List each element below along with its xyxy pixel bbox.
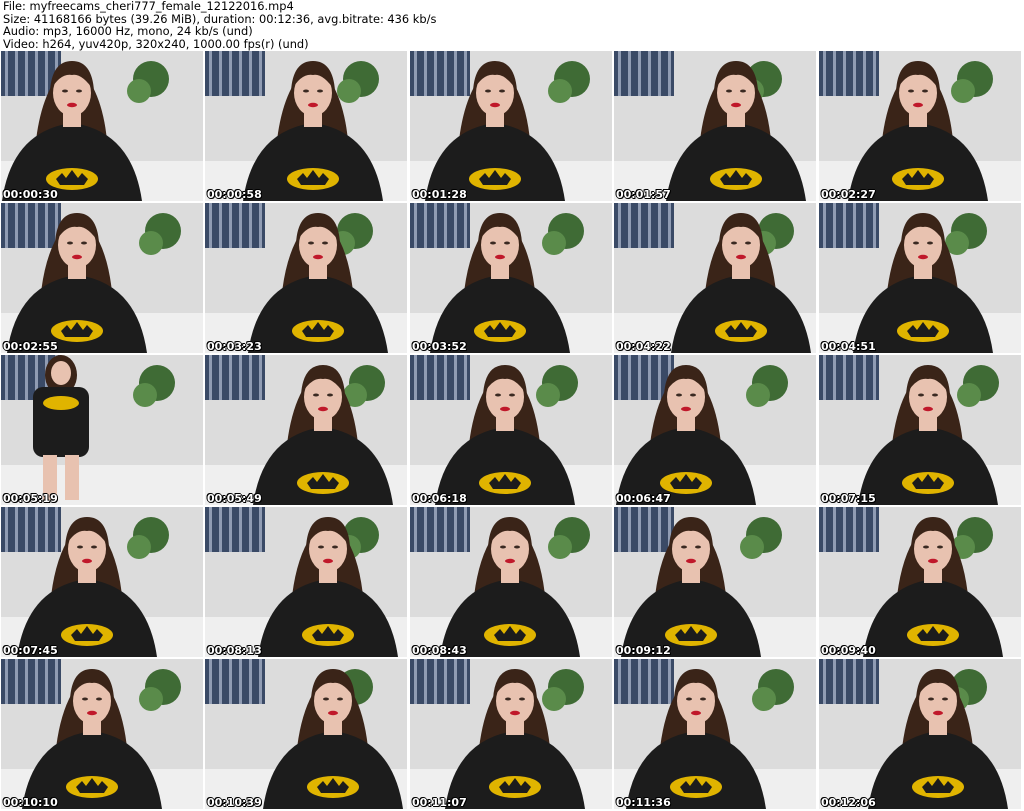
thumbnail-timestamp: 00:04:51 — [821, 340, 876, 353]
thumbnail-timestamp: 00:07:45 — [3, 644, 58, 657]
webcam-frame-image — [819, 51, 1021, 201]
webcam-frame-image — [1, 203, 203, 353]
webcam-frame-image — [410, 355, 612, 505]
video-thumbnail: 00:06:18 — [410, 355, 612, 505]
webcam-frame-image — [205, 51, 407, 201]
video-thumbnail: 00:00:30 — [1, 51, 203, 201]
audio-info-line: Audio: mp3, 16000 Hz, mono, 24 kb/s (und… — [3, 24, 253, 38]
video-thumbnail: 00:09:12 — [614, 507, 816, 657]
thumbnail-timestamp: 00:11:07 — [412, 796, 467, 809]
webcam-frame-image — [205, 507, 407, 657]
video-thumbnail: 00:01:28 — [410, 51, 612, 201]
webcam-frame-image — [1, 507, 203, 657]
thumbnail-grid: 00:00:30 00:00:58 00:01:28 00:01:57 00:02:27… — [1, 51, 1024, 811]
file-name-line: File: myfreecams_cheri777_female_1212201… — [3, 0, 294, 13]
webcam-frame-image — [205, 355, 407, 505]
video-thumbnail: 00:08:43 — [410, 507, 612, 657]
video-thumbnail: 00:00:58 — [205, 51, 407, 201]
thumbnail-timestamp: 00:07:15 — [821, 492, 876, 505]
thumbnail-timestamp: 00:10:39 — [207, 796, 262, 809]
video-thumbnail: 00:02:27 — [819, 51, 1021, 201]
webcam-frame-image — [1, 355, 203, 505]
thumbnail-timestamp: 00:08:13 — [207, 644, 262, 657]
video-thumbnail: 00:10:10 — [1, 659, 203, 809]
webcam-frame-image — [205, 659, 407, 809]
video-thumbnail: 00:07:15 — [819, 355, 1021, 505]
video-thumbnail: 00:05:49 — [205, 355, 407, 505]
thumbnail-timestamp: 00:05:19 — [3, 492, 58, 505]
thumbnail-timestamp: 00:01:28 — [412, 188, 467, 201]
thumbnail-timestamp: 00:00:58 — [207, 188, 262, 201]
webcam-frame-image — [614, 507, 816, 657]
video-thumbnail: 00:11:36 — [614, 659, 816, 809]
webcam-frame-image — [614, 659, 816, 809]
video-thumbnail: 00:03:52 — [410, 203, 612, 353]
video-thumbnail: 00:04:22 — [614, 203, 816, 353]
thumbnail-timestamp: 00:09:12 — [616, 644, 671, 657]
thumbnail-timestamp: 00:08:43 — [412, 644, 467, 657]
thumbnail-timestamp: 00:01:57 — [616, 188, 671, 201]
video-thumbnail: 00:11:07 — [410, 659, 612, 809]
thumbnail-timestamp: 00:11:36 — [616, 796, 671, 809]
webcam-frame-image — [614, 355, 816, 505]
thumbnail-timestamp: 00:02:55 — [3, 340, 58, 353]
webcam-frame-image — [614, 51, 816, 201]
video-thumbnail: 00:01:57 — [614, 51, 816, 201]
thumbnail-timestamp: 00:04:22 — [616, 340, 671, 353]
thumbnail-timestamp: 00:02:27 — [821, 188, 876, 201]
video-info-line: Video: h264, yuv420p, 320x240, 1000.00 f… — [3, 36, 309, 51]
video-thumbnail: 00:03:23 — [205, 203, 407, 353]
webcam-frame-image — [819, 355, 1021, 505]
webcam-frame-image — [819, 507, 1021, 657]
webcam-frame-image — [819, 659, 1021, 809]
webcam-frame-image — [819, 203, 1021, 353]
video-info-header: File: myfreecams_cheri777_female_1212201… — [3, 0, 1021, 50]
video-thumbnail: 00:05:19 — [1, 355, 203, 505]
video-thumbnail: 00:06:47 — [614, 355, 816, 505]
thumbnail-timestamp: 00:12:06 — [821, 796, 876, 809]
video-thumbnail: 00:10:39 — [205, 659, 407, 809]
webcam-frame-image — [410, 51, 612, 201]
webcam-frame-image — [205, 203, 407, 353]
thumbnail-timestamp: 00:06:47 — [616, 492, 671, 505]
webcam-frame-image — [410, 659, 612, 809]
thumbnail-timestamp: 00:05:49 — [207, 492, 262, 505]
video-thumbnail: 00:09:40 — [819, 507, 1021, 657]
video-thumbnail: 00:07:45 — [1, 507, 203, 657]
thumbnail-timestamp: 00:06:18 — [412, 492, 467, 505]
webcam-frame-image — [1, 51, 203, 201]
thumbnail-timestamp: 00:00:30 — [3, 188, 58, 201]
webcam-frame-image — [410, 507, 612, 657]
webcam-frame-image — [1, 659, 203, 809]
video-thumbnail: 00:02:55 — [1, 203, 203, 353]
thumbnail-timestamp: 00:03:52 — [412, 340, 467, 353]
video-thumbnail: 00:12:06 — [819, 659, 1021, 809]
video-thumbnail: 00:08:13 — [205, 507, 407, 657]
video-thumbnail: 00:04:51 — [819, 203, 1021, 353]
thumbnail-timestamp: 00:10:10 — [3, 796, 58, 809]
webcam-frame-image — [410, 203, 612, 353]
thumbnail-timestamp: 00:09:40 — [821, 644, 876, 657]
webcam-frame-image — [614, 203, 816, 353]
thumbnail-timestamp: 00:03:23 — [207, 340, 262, 353]
